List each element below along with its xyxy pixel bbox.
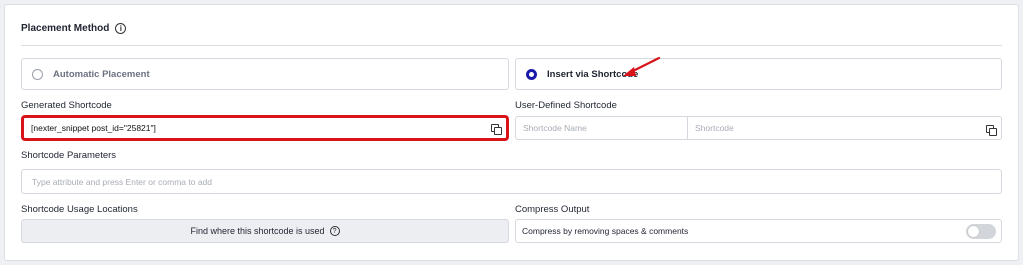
- copy-icon[interactable]: [986, 125, 997, 136]
- shortcode-parameters-input[interactable]: Type attribute and press Enter or comma …: [21, 169, 1002, 194]
- compress-output-field: Compress by removing spaces & comments: [515, 219, 1002, 243]
- generated-shortcode-label: Generated Shortcode: [21, 100, 112, 111]
- placement-method-header: Placement Method i: [21, 23, 127, 34]
- compress-output-label: Compress Output: [515, 204, 590, 215]
- shortcode-name-input[interactable]: Shortcode Name: [516, 117, 688, 139]
- find-shortcode-usage-button[interactable]: Find where this shortcode is used ?: [21, 219, 509, 243]
- generated-shortcode-field[interactable]: [nexter_snippet post_id="25821"]: [21, 115, 509, 141]
- info-icon[interactable]: i: [115, 23, 127, 34]
- user-defined-shortcode-label: User-Defined Shortcode: [515, 100, 617, 111]
- placement-method-title: Placement Method: [21, 23, 110, 34]
- copy-icon[interactable]: [491, 124, 502, 135]
- compress-toggle[interactable]: [966, 224, 996, 239]
- annotation-arrow-icon: [623, 56, 661, 76]
- compress-option-label: Compress by removing spaces & comments: [522, 226, 689, 236]
- shortcode-usage-locations-label: Shortcode Usage Locations: [21, 204, 138, 215]
- generated-shortcode-value: [nexter_snippet post_id="25821"]: [31, 123, 156, 133]
- option-automatic-placement-label: Automatic Placement: [53, 68, 150, 80]
- option-insert-via-shortcode[interactable]: Insert via Shortcode: [515, 58, 1002, 90]
- find-shortcode-usage-label: Find where this shortcode is used: [190, 226, 325, 236]
- toggle-knob: [968, 226, 979, 237]
- help-icon[interactable]: ?: [329, 226, 340, 236]
- radio-automatic-placement[interactable]: [32, 68, 43, 80]
- shortcode-parameters-label: Shortcode Parameters: [21, 150, 117, 161]
- shortcode-input[interactable]: Shortcode: [688, 117, 1001, 139]
- radio-insert-via-shortcode[interactable]: [526, 68, 537, 80]
- user-defined-shortcode-field: Shortcode Name Shortcode: [515, 116, 1002, 140]
- section-divider: [21, 45, 1002, 46]
- placement-card: Placement Method i Automatic Placement I…: [4, 4, 1019, 261]
- option-automatic-placement[interactable]: Automatic Placement: [21, 58, 509, 90]
